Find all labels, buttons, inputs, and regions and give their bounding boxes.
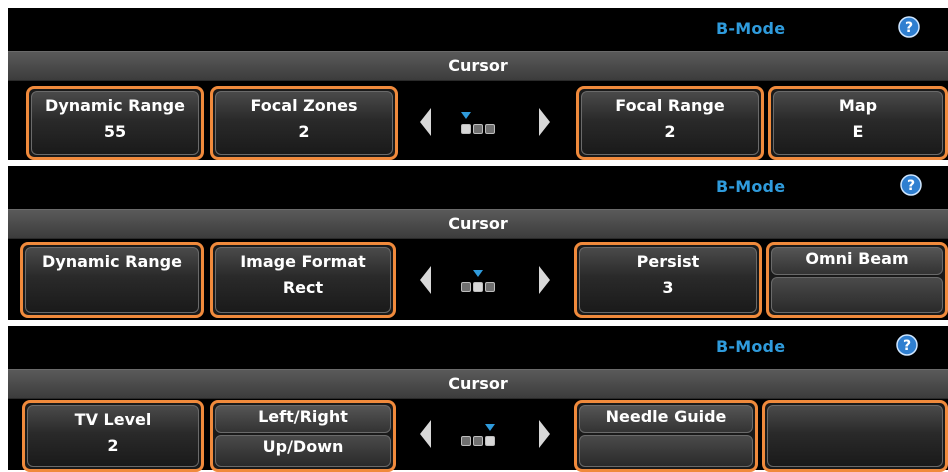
button-value: 2 xyxy=(298,122,310,141)
cursor-bar[interactable]: Cursor xyxy=(8,369,948,399)
page-dot xyxy=(485,124,495,134)
arrow-left-icon[interactable] xyxy=(420,266,431,294)
button-label: Focal Zones xyxy=(250,96,358,115)
empty-softkey-button[interactable] xyxy=(762,400,948,472)
page-dot xyxy=(485,282,495,292)
panel-header: B-Mode ? xyxy=(8,166,948,207)
map-button[interactable]: Map E xyxy=(768,86,948,160)
button-label: Focal Range xyxy=(615,96,725,115)
arrow-left-icon[interactable] xyxy=(420,420,431,448)
focal-zones-button[interactable]: Focal Zones 2 xyxy=(210,86,398,160)
page-indicator xyxy=(453,268,513,298)
help-icon[interactable]: ? xyxy=(896,334,918,356)
page-navigator xyxy=(420,402,550,462)
control-panel-page-1: B-Mode ? Cursor Dynamic Range 55 Focal Zo… xyxy=(8,8,948,160)
button-value xyxy=(771,277,943,313)
page-dot xyxy=(473,436,483,446)
active-page-marker-icon xyxy=(461,112,471,119)
arrow-left-icon[interactable] xyxy=(420,108,431,136)
needle-guide-button[interactable]: Needle Guide xyxy=(574,400,758,472)
image-format-button[interactable]: Image Format Rect xyxy=(210,242,396,318)
omni-beam-button[interactable]: Omni Beam xyxy=(766,242,948,318)
arrow-right-icon[interactable] xyxy=(539,108,550,136)
button-value: 2 xyxy=(107,436,119,455)
cursor-label: Cursor xyxy=(448,214,508,233)
arrow-right-icon[interactable] xyxy=(539,420,550,448)
panel-header: B-Mode ? xyxy=(8,8,948,49)
button-value: 55 xyxy=(103,122,127,141)
button-value: E xyxy=(852,122,864,141)
tv-level-button[interactable]: TV Level 2 xyxy=(22,400,204,472)
button-label: Image Format xyxy=(240,252,366,271)
focal-range-button[interactable]: Focal Range 2 xyxy=(576,86,764,160)
page-dot xyxy=(473,124,483,134)
page-dot xyxy=(473,282,483,292)
control-panel-page-3: B-Mode ? Cursor TV Level 2 Left/Right Up/… xyxy=(8,326,948,472)
help-icon[interactable]: ? xyxy=(898,16,920,38)
cursor-bar[interactable]: Cursor xyxy=(8,209,948,239)
page-indicator xyxy=(453,422,513,452)
cursor-bar[interactable]: Cursor xyxy=(8,51,948,81)
mode-title: B-Mode xyxy=(716,177,786,196)
panel-header: B-Mode ? xyxy=(8,326,948,367)
page-navigator xyxy=(420,248,550,308)
button-label: Persist xyxy=(636,252,700,271)
left-right-up-down-button[interactable]: Left/Right Up/Down xyxy=(210,400,396,472)
button-value: Rect xyxy=(282,278,324,297)
svg-text:?: ? xyxy=(907,178,915,194)
button-value: 3 xyxy=(662,278,674,297)
button-value xyxy=(579,435,753,467)
left-right-label[interactable]: Left/Right xyxy=(215,405,391,433)
cursor-label: Cursor xyxy=(448,374,508,393)
arrow-right-icon[interactable] xyxy=(539,266,550,294)
button-value: 2 xyxy=(664,122,676,141)
page-dot xyxy=(461,282,471,292)
page-navigator xyxy=(420,90,550,150)
button-label: TV Level xyxy=(74,410,152,429)
up-down-label[interactable]: Up/Down xyxy=(215,435,391,467)
page-indicator xyxy=(453,110,513,140)
dynamic-range-button[interactable]: Dynamic Range xyxy=(20,242,204,318)
persist-button[interactable]: Persist 3 xyxy=(574,242,762,318)
mode-title: B-Mode xyxy=(716,337,786,356)
active-page-marker-icon xyxy=(473,270,483,277)
page-dot xyxy=(485,436,495,446)
cursor-label: Cursor xyxy=(448,56,508,75)
svg-text:?: ? xyxy=(903,338,911,354)
svg-text:?: ? xyxy=(905,20,913,36)
button-label: Omni Beam xyxy=(771,247,943,275)
button-label: Dynamic Range xyxy=(45,96,185,115)
button-label: Dynamic Range xyxy=(42,252,182,271)
active-page-marker-icon xyxy=(485,424,495,431)
control-panel-page-2: B-Mode ? Cursor Dynamic Range Image Form… xyxy=(8,166,948,320)
mode-title: B-Mode xyxy=(716,19,786,38)
dynamic-range-button[interactable]: Dynamic Range 55 xyxy=(26,86,204,160)
button-label: Map xyxy=(838,96,878,115)
button-label: Needle Guide xyxy=(579,405,753,433)
help-icon[interactable]: ? xyxy=(900,174,922,196)
page-dot xyxy=(461,124,471,134)
page-dot xyxy=(461,436,471,446)
